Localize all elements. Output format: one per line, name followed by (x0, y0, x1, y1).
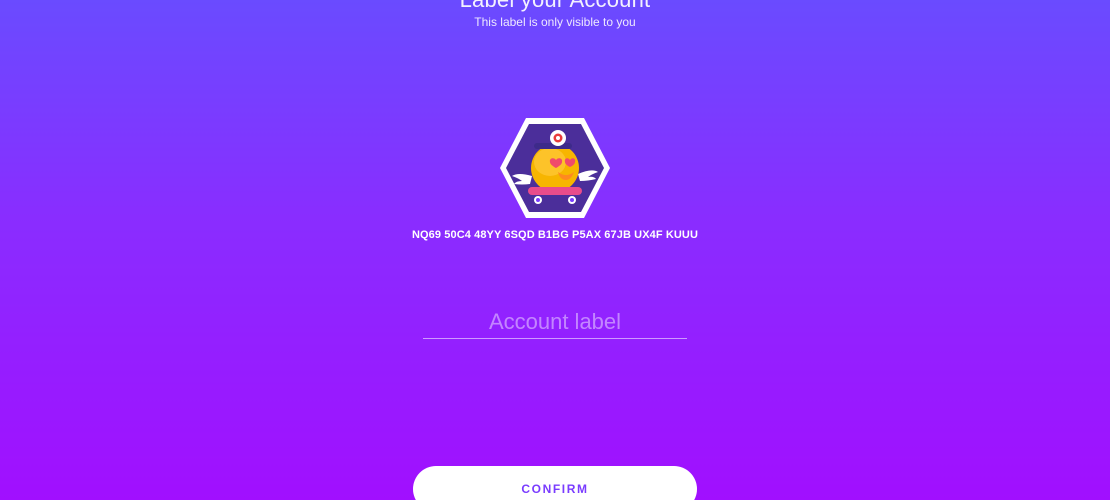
confirm-button-label: CONFIRM (521, 482, 589, 496)
account-address: NQ69 50C4 48YY 6SQD B1BG P5AX 67JB UX4F … (411, 229, 699, 241)
account-avatar (498, 116, 612, 220)
page-subtitle: This label is only visible to you (474, 15, 636, 29)
page-title: Label your Account (0, 0, 1110, 13)
account-label-input[interactable] (423, 306, 687, 338)
robot-duck-skateboard-avatar-icon (500, 118, 610, 218)
account-label-field[interactable] (423, 306, 687, 339)
confirm-button[interactable]: CONFIRM (413, 466, 697, 500)
